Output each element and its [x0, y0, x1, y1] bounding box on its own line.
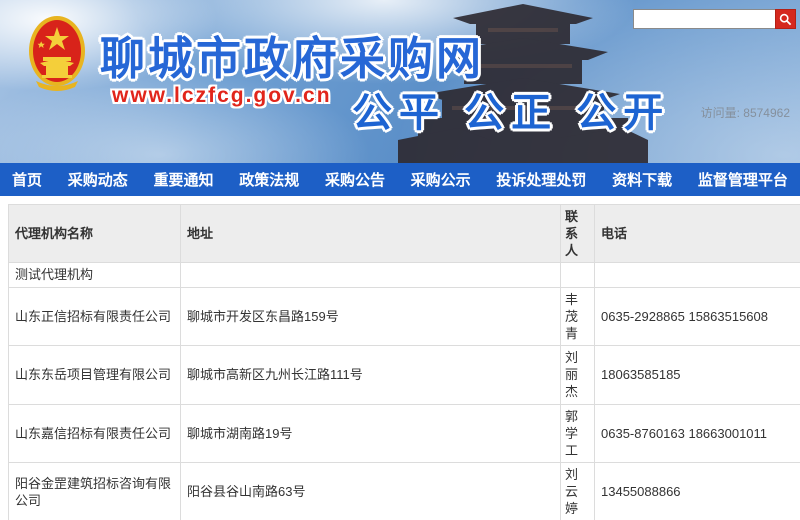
- cell-contact: 刘云婷: [561, 463, 595, 520]
- cell-contact: 丰茂青: [561, 287, 595, 345]
- nav-item-5[interactable]: 采购公示: [411, 169, 471, 190]
- nav-item-1[interactable]: 采购动态: [68, 169, 128, 190]
- cell-address: 聊城市开发区东昌路159号: [181, 287, 561, 345]
- cell-phone: 18063585185: [595, 346, 800, 404]
- nav-item-0[interactable]: 首页: [12, 169, 42, 190]
- cell-agency-name: 阳谷金罡建筑招标咨询有限公司: [9, 463, 181, 520]
- search-button[interactable]: [775, 9, 796, 29]
- cell-address: [181, 263, 561, 287]
- cell-agency-name: 测试代理机构: [9, 263, 181, 287]
- nav-item-3[interactable]: 政策法规: [239, 169, 299, 190]
- main-content: 代理机构名称 地址 联系人 电话 测试代理机构山东正信招标有限责任公司聊城市开发…: [0, 196, 800, 520]
- table-row: 山东正信招标有限责任公司聊城市开发区东昌路159号丰茂青0635-2928865…: [9, 287, 800, 345]
- column-header-address: 地址: [181, 205, 561, 263]
- search-bar: [633, 9, 796, 29]
- cell-address: 聊城市高新区九州长江路111号: [181, 346, 561, 404]
- cell-address: 阳谷县谷山南路63号: [181, 463, 561, 520]
- column-header-agency-name: 代理机构名称: [9, 205, 181, 263]
- cell-contact: 刘丽杰: [561, 346, 595, 404]
- visit-counter-label: 访问量:: [701, 106, 740, 120]
- table-row: 山东嘉信招标有限责任公司聊城市湖南路19号郭学工0635-8760163 186…: [9, 404, 800, 462]
- site-title: 聊城市政府采购网: [100, 22, 484, 87]
- visit-counter-value: 8574962: [743, 106, 790, 120]
- cell-phone: 13455088866: [595, 463, 800, 520]
- nav-item-4[interactable]: 采购公告: [325, 169, 385, 190]
- cell-agency-name: 山东东岳项目管理有限公司: [9, 346, 181, 404]
- nav-item-2[interactable]: 重要通知: [153, 169, 213, 190]
- search-input[interactable]: [633, 9, 775, 29]
- table-row: 山东东岳项目管理有限公司聊城市高新区九州长江路111号刘丽杰1806358518…: [9, 346, 800, 404]
- agency-table: 代理机构名称 地址 联系人 电话 测试代理机构山东正信招标有限责任公司聊城市开发…: [8, 204, 800, 520]
- cell-contact: 郭学工: [561, 404, 595, 462]
- site-url: www.lczfcg.gov.cn: [112, 84, 332, 108]
- cell-phone: 0635-2928865 15863515608: [595, 287, 800, 345]
- cell-phone: [595, 263, 800, 287]
- cell-address: 聊城市湖南路19号: [181, 404, 561, 462]
- cell-phone: 0635-8760163 18663001011: [595, 404, 800, 462]
- nav-item-6[interactable]: 投诉处理处罚: [496, 169, 586, 190]
- search-icon: [779, 13, 792, 26]
- visit-counter: 访问量: 8574962: [701, 104, 790, 121]
- column-header-phone: 电话: [595, 205, 800, 263]
- site-slogan: 公平 公正 公开: [352, 80, 670, 138]
- column-header-contact: 联系人: [561, 205, 595, 263]
- nav-item-8[interactable]: 监督管理平台: [698, 169, 788, 190]
- table-row: 阳谷金罡建筑招标咨询有限公司阳谷县谷山南路63号刘云婷13455088866: [9, 463, 800, 520]
- cell-contact: [561, 263, 595, 287]
- national-emblem-icon: [28, 15, 86, 93]
- cell-agency-name: 山东嘉信招标有限责任公司: [9, 404, 181, 462]
- nav-item-7[interactable]: 资料下载: [612, 169, 672, 190]
- site-banner: 聊城市政府采购网 www.lczfcg.gov.cn 公平 公正 公开 访问量:…: [0, 0, 800, 163]
- agency-table-body: 测试代理机构山东正信招标有限责任公司聊城市开发区东昌路159号丰茂青0635-2…: [9, 263, 800, 520]
- main-nav: 首页 采购动态 重要通知 政策法规 采购公告 采购公示 投诉处理处罚 资料下载 监督管理平台: [0, 163, 800, 196]
- cell-agency-name: 山东正信招标有限责任公司: [9, 287, 181, 345]
- table-row: 测试代理机构: [9, 263, 800, 287]
- table-header-row: 代理机构名称 地址 联系人 电话: [9, 205, 800, 263]
